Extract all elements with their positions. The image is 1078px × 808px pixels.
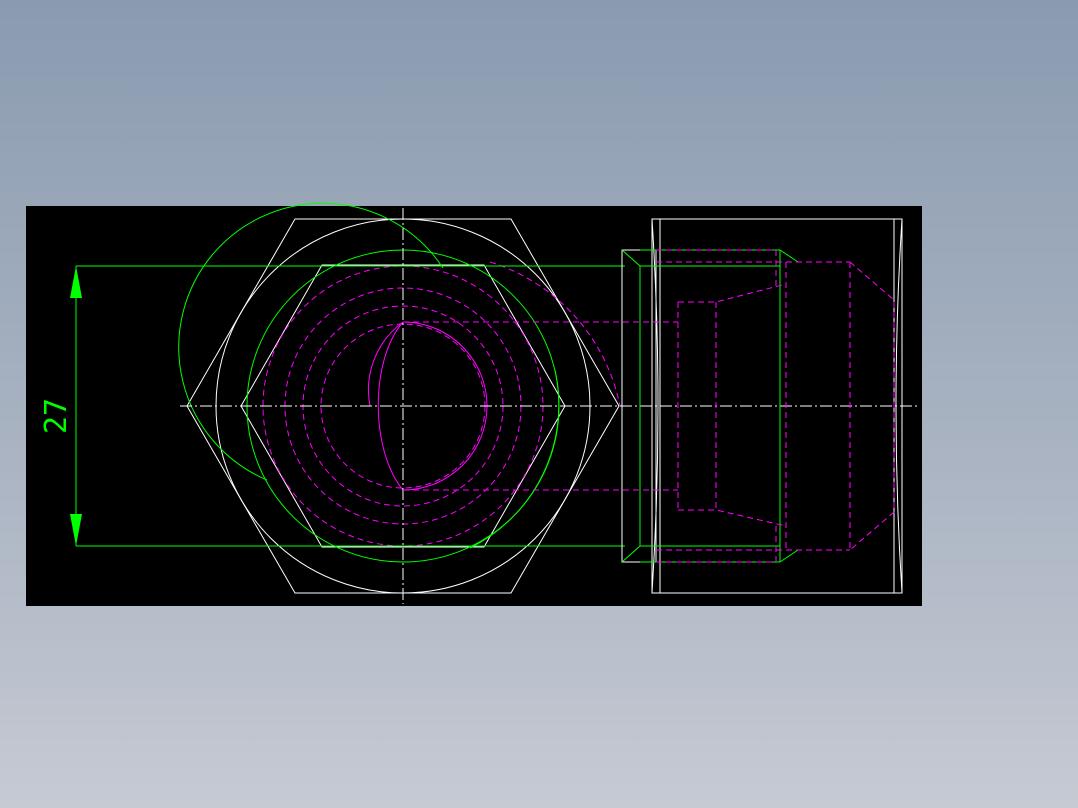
drawing-svg: 27	[26, 202, 922, 606]
dimension-value: 27	[39, 398, 74, 434]
cad-viewport[interactable]: 27	[0, 0, 1078, 808]
